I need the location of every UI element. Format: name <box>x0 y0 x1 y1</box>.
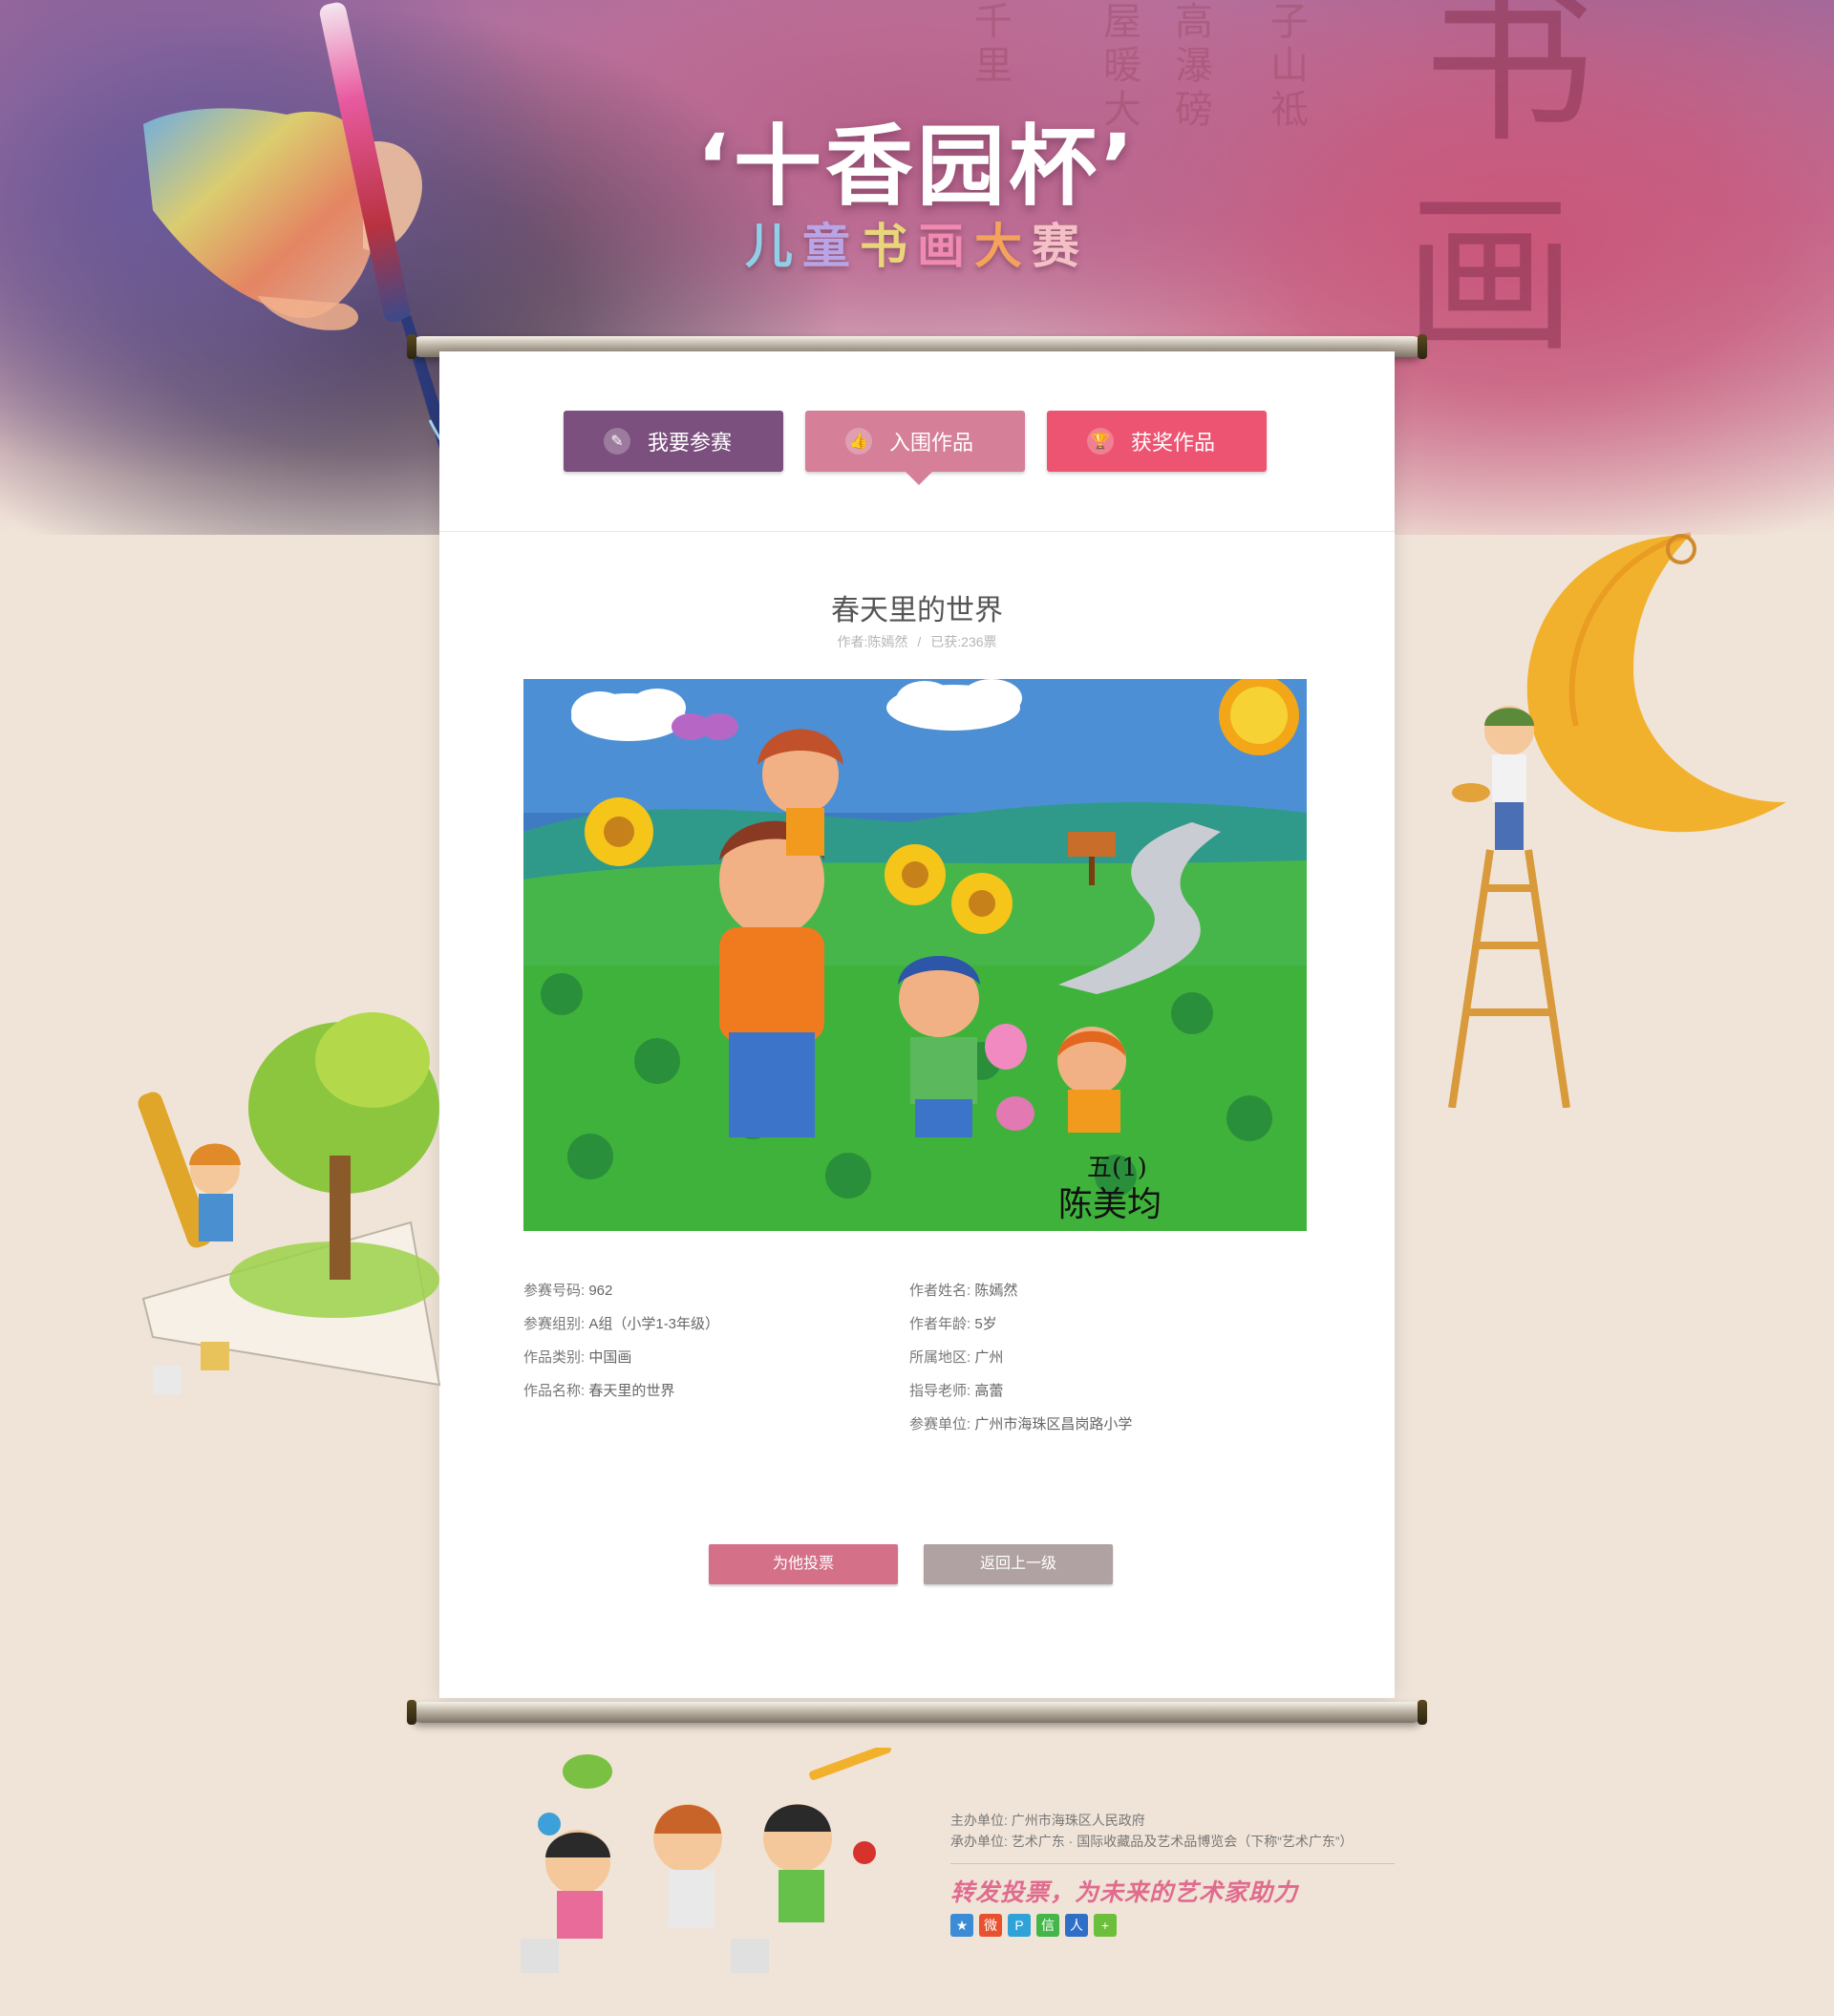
trophy-icon: 🏆 <box>1087 428 1114 455</box>
info-left-column: 参赛号码: 962 参赛组别: A组（小学1-3年级） 作品类别: 中国画 作品… <box>523 1274 719 1408</box>
info-row: 指导老师: 高蕾 <box>909 1374 1132 1408</box>
tab-winners[interactable]: 🏆 获奖作品 <box>1047 411 1267 472</box>
back-button[interactable]: 返回上一级 <box>924 1544 1113 1584</box>
info-value: 5岁 <box>974 1316 997 1332</box>
vote-button[interactable]: 为他投票 <box>709 1544 898 1584</box>
more-share-icon[interactable]: + <box>1094 1914 1117 1937</box>
content-paper: ✎ 我要参赛 👍 入围作品 🏆 获奖作品 春天里的世界 作者:陈嫣然 / 已获:23… <box>439 351 1395 1698</box>
brush-icon: ✎ <box>604 428 630 455</box>
votes-meta: 已获:236票 <box>930 634 997 649</box>
thumbs-up-icon: 👍 <box>845 428 872 455</box>
scroll-rod-bottom <box>407 1700 1427 1725</box>
tab-join[interactable]: ✎ 我要参赛 <box>564 411 783 472</box>
info-row: 作者姓名: 陈嫣然 <box>909 1274 1132 1307</box>
info-key: 作者姓名: <box>909 1283 971 1299</box>
host-text: 主办单位: 广州市海珠区人民政府 <box>950 1813 1145 1828</box>
info-row: 作者年龄: 5岁 <box>909 1307 1132 1341</box>
divider <box>439 531 1395 532</box>
subtitle-char: 赛 <box>1032 219 1089 274</box>
info-row: 参赛组别: A组（小学1-3年级） <box>523 1307 719 1341</box>
info-value: 陈嫣然 <box>974 1283 1018 1299</box>
info-value: 高蕾 <box>974 1383 1004 1399</box>
info-row: 作品名称: 春天里的世界 <box>523 1374 719 1408</box>
info-value: A组（小学1-3年级） <box>588 1316 720 1332</box>
info-key: 所属地区: <box>909 1349 971 1366</box>
info-row: 所属地区: 广州 <box>909 1341 1132 1374</box>
tab-label: 入围作品 <box>889 431 974 455</box>
artwork-image: 五(1) 陈美均 <box>523 679 1307 1231</box>
info-key: 参赛号码: <box>523 1283 586 1299</box>
work-meta: 作者:陈嫣然 / 已获:236票 <box>837 634 997 649</box>
subtitle-char: 儿 <box>745 219 802 274</box>
info-value: 广州 <box>974 1349 1004 1366</box>
footer-divider <box>950 1863 1395 1864</box>
poem-column: 千里 <box>974 0 1013 88</box>
subtitle-char: 童 <box>802 219 860 274</box>
info-value: 广州市海珠区昌岗路小学 <box>974 1416 1133 1432</box>
subtitle-char: 书 <box>860 219 917 274</box>
info-right-column: 作者姓名: 陈嫣然 作者年龄: 5岁 所属地区: 广州 指导老师: 高蕾 参赛单… <box>909 1274 1132 1441</box>
tab-label: 我要参赛 <box>648 431 733 455</box>
footer-info: 主办单位: 广州市海珠区人民政府 承办单位: 艺术广东 · 国际收藏品及艺术品博… <box>950 1810 1354 1852</box>
tab-label: 获奖作品 <box>1131 431 1216 455</box>
tab-shortlisted[interactable]: 👍 入围作品 <box>805 411 1025 485</box>
info-key: 参赛组别: <box>523 1316 586 1332</box>
artwork-signature: 陈美均 <box>1058 1185 1162 1224</box>
info-key: 指导老师: <box>909 1383 971 1399</box>
info-key: 参赛单位: <box>909 1416 971 1432</box>
info-row: 作品类别: 中国画 <box>523 1341 719 1374</box>
info-value: 春天里的世界 <box>588 1383 675 1399</box>
qzone-icon[interactable]: ★ <box>950 1914 973 1937</box>
info-key: 作品名称: <box>523 1383 586 1399</box>
page-title: ‘十香园杯’ <box>696 116 1138 218</box>
tree-kid-illustration <box>138 1012 441 1394</box>
author-meta: 作者:陈嫣然 <box>837 634 908 649</box>
footer-slogan: 转发投票，为未来的艺术家助力 <box>950 1878 1299 1906</box>
info-key: 作品类别: <box>523 1349 586 1366</box>
moon-ladder-illustration <box>1448 532 1786 1108</box>
subtitle-char: 画 <box>917 219 974 274</box>
weibo-icon[interactable]: 微 <box>979 1914 1002 1937</box>
artwork-signature: 五(1) <box>1087 1154 1147 1182</box>
wechat-icon[interactable]: 信 <box>1036 1914 1059 1937</box>
tencent-weibo-icon[interactable]: P <box>1008 1914 1031 1937</box>
organizer-text: 承办单位: 艺术广东 · 国际收藏品及艺术品博览会（下称“艺术广东”） <box>950 1834 1354 1849</box>
info-row: 参赛单位: 广州市海珠区昌岗路小学 <box>909 1408 1132 1441</box>
work-title: 春天里的世界 <box>831 595 1003 626</box>
info-value: 962 <box>588 1283 613 1299</box>
info-key: 作者年龄: <box>909 1316 971 1332</box>
renren-icon[interactable]: 人 <box>1065 1914 1088 1937</box>
subtitle-char: 大 <box>974 219 1032 274</box>
share-bar: ★ 微 P 信 人 + <box>950 1914 1117 1937</box>
page-subtitle: 儿童书画大赛 <box>0 208 1834 277</box>
footer-kids-illustration <box>521 1748 891 1973</box>
info-value: 中国画 <box>588 1349 632 1366</box>
info-row: 参赛号码: 962 <box>523 1274 719 1307</box>
